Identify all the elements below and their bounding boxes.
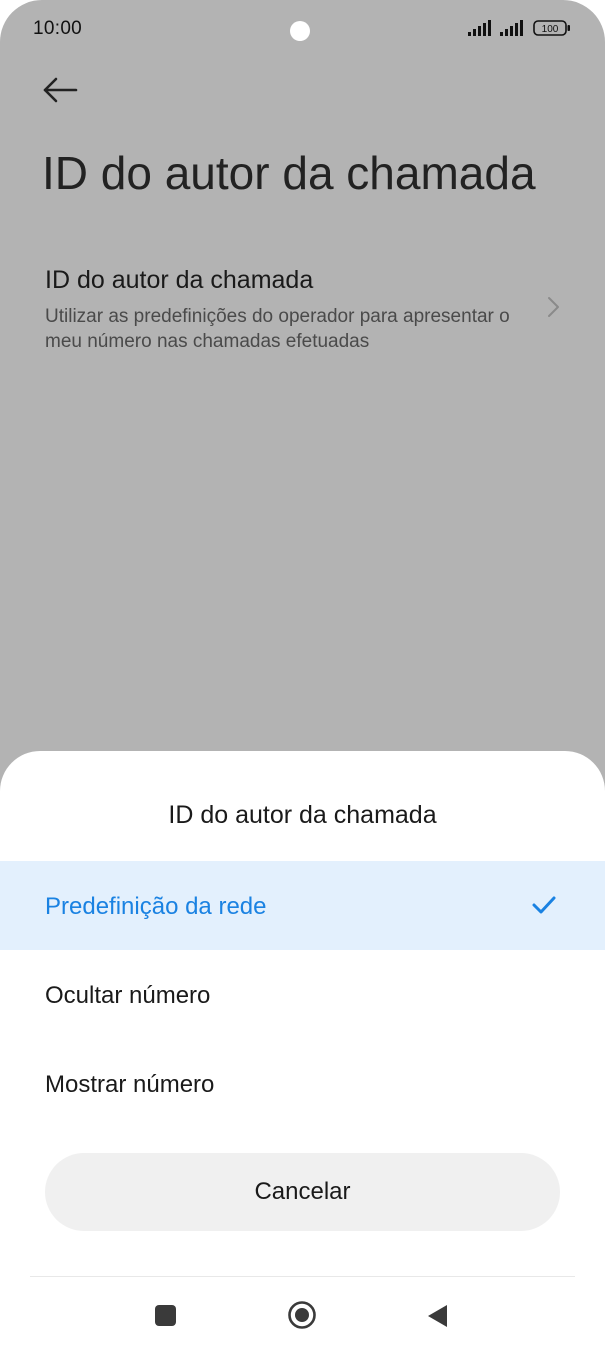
bottom-sheet-dialog: ID do autor da chamada Predefinição da r… bbox=[0, 751, 605, 1346]
status-bar: 10:00 100 bbox=[0, 0, 605, 60]
signal-sim1-icon bbox=[468, 20, 491, 36]
phone-screen: 10:00 100 ID do autor da chamada ID do a… bbox=[0, 0, 605, 1346]
sheet-title: ID do autor da chamada bbox=[168, 801, 437, 829]
option-show-number[interactable]: Mostrar número bbox=[0, 1039, 605, 1128]
option-label: Mostrar número bbox=[45, 1071, 215, 1098]
triangle-back-icon[interactable] bbox=[426, 1303, 448, 1329]
signal-sim2-icon bbox=[500, 20, 523, 36]
setting-title: ID do autor da chamada bbox=[45, 266, 314, 294]
circle-icon[interactable] bbox=[287, 1300, 317, 1330]
camera-cutout bbox=[290, 21, 310, 41]
divider bbox=[30, 1276, 575, 1277]
caller-id-setting-row[interactable]: ID do autor da chamada Utilizar as prede… bbox=[0, 258, 605, 368]
battery-level-text: 100 bbox=[542, 24, 559, 35]
option-network-default[interactable]: Predefinição da rede bbox=[0, 861, 605, 950]
option-hide-number[interactable]: Ocultar número bbox=[0, 950, 605, 1039]
square-icon[interactable] bbox=[155, 1305, 176, 1326]
battery-icon: 100 bbox=[533, 20, 570, 36]
cancel-button[interactable]: Cancelar bbox=[45, 1153, 560, 1231]
checkmark-icon bbox=[532, 896, 556, 914]
option-label: Predefinição da rede bbox=[45, 893, 267, 920]
setting-description: Utilizar as predefinições do operador pa… bbox=[45, 306, 510, 352]
chevron-right-icon bbox=[548, 297, 559, 317]
option-label: Ocultar número bbox=[45, 982, 211, 1009]
page-title: ID do autor da chamada bbox=[42, 147, 536, 199]
navigation-bar bbox=[0, 1286, 605, 1346]
arrow-left-icon[interactable] bbox=[40, 74, 80, 106]
status-time: 10:00 bbox=[33, 18, 83, 39]
